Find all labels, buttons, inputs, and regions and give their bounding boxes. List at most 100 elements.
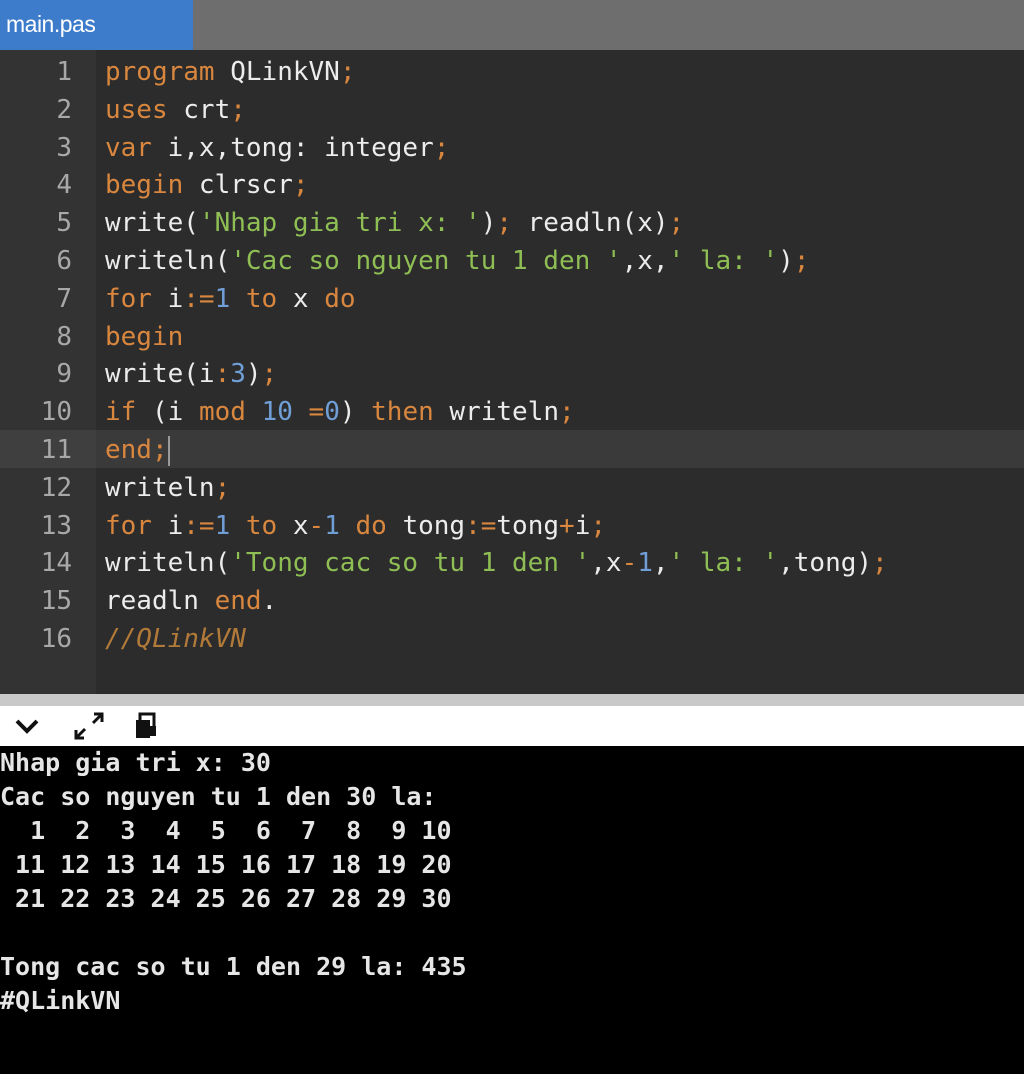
code-token: writeln (433, 397, 560, 428)
code-token: i (151, 283, 184, 314)
copy-icon[interactable] (130, 710, 164, 742)
code-token: , (652, 548, 669, 579)
code-token: readln(x) (512, 208, 669, 239)
code-token: if (105, 397, 137, 428)
code-text: //QLinkVN (105, 620, 246, 658)
code-token: readln (105, 586, 215, 617)
console-output[interactable]: Nhap gia tri x: 30 Cac so nguyen tu 1 den… (0, 746, 1024, 1074)
code-text: writeln('Cac so nguyen tu 1 den ',x,' la… (105, 242, 809, 280)
code-text: var i,x,tong: integer; (105, 129, 449, 167)
code-token: (i (136, 397, 199, 428)
console-toolbar (0, 706, 1024, 746)
line-number: 12 (40, 472, 72, 503)
code-text: for i:=1 to x do (105, 280, 356, 318)
code-text: writeln('Tong cac so tu 1 den ',x-1,' la… (105, 544, 888, 582)
code-token: i (574, 510, 591, 541)
code-token: ; (151, 435, 168, 465)
code-token: . (261, 586, 278, 617)
code-token: to (245, 510, 278, 541)
code-token: ; (230, 94, 246, 125)
line-number: 10 (40, 397, 72, 428)
code-token: for (105, 510, 152, 541)
code-token: write(i (105, 359, 215, 390)
code-token: for (105, 283, 152, 314)
code-text: uses crt; (105, 91, 246, 129)
code-token: begin (105, 321, 184, 352)
line-number: 6 (56, 246, 72, 276)
code-token: then (371, 397, 434, 428)
code-token: ; (292, 170, 309, 201)
horizontal-scrollbar[interactable] (0, 694, 1024, 706)
code-editor[interactable]: 1 program QLinkVN; 2 uses crt; 3 var i,x,tong… (0, 50, 1024, 694)
code-token: x (277, 283, 325, 314)
code-token: - (621, 548, 638, 579)
code-token: ; (433, 132, 450, 163)
code-token: 1 (637, 548, 653, 579)
code-token: : (214, 359, 231, 390)
code-token: 'Nhap gia tri x: ' (198, 208, 481, 239)
code-token: to (245, 283, 278, 314)
code-token: 'Tong cac so tu 1 den ' (230, 548, 591, 579)
code-token: ; (793, 246, 810, 276)
code-token: = (308, 397, 325, 428)
code-token: end (105, 435, 152, 465)
code-token: do (355, 510, 387, 541)
console-line: 11 12 13 14 15 16 17 18 19 20 (0, 850, 452, 879)
code-token: ) (778, 246, 794, 276)
tab-main-pas[interactable]: main.pas (0, 0, 193, 50)
line-number: 1 (56, 57, 72, 87)
console-line: Cac so nguyen tu 1 den 30 la: (0, 782, 437, 811)
code-token: 1 (324, 510, 340, 541)
code-token: tong (386, 510, 466, 541)
console-line: #QLinkVN (0, 986, 121, 1015)
code-token: ,x (590, 548, 622, 579)
code-token: ; (261, 359, 278, 390)
code-token: do (324, 283, 356, 314)
code-token: clrscr (183, 170, 293, 201)
code-text: end; (105, 431, 170, 469)
code-text: begin (105, 318, 183, 356)
code-token: x (277, 510, 309, 541)
line-number: 3 (56, 132, 72, 163)
code-token: ) (245, 359, 262, 390)
code-text: if (i mod 10 =0) then writeln; (105, 393, 575, 431)
code-token: crt (167, 94, 231, 125)
code-token: ' la: ' (668, 246, 779, 276)
code-token: ; (339, 57, 356, 87)
code-token: 1 (214, 510, 231, 541)
code-text: program QLinkVN; (105, 53, 355, 91)
code-token: i (151, 510, 184, 541)
chevron-down-icon[interactable] (10, 710, 44, 742)
code-token: ) (480, 208, 497, 239)
line-number: 4 (56, 170, 72, 201)
code-text: write('Nhap gia tri x: '); readln(x); (105, 204, 684, 242)
code-token: ' la: ' (668, 548, 779, 579)
code-token: ; (496, 208, 512, 239)
code-token: 1 (214, 283, 231, 314)
line-number: 8 (56, 321, 72, 352)
code-token: ; (590, 510, 606, 541)
expand-icon[interactable] (72, 710, 106, 742)
code-token: end (214, 586, 262, 617)
code-token: - (308, 510, 325, 541)
code-text: begin clrscr; (105, 166, 309, 204)
code-text: for i:=1 to x-1 do tong:=tong+i; (105, 507, 606, 545)
line-number: 14 (40, 548, 72, 579)
code-token: ; (872, 548, 888, 579)
line-number: 5 (56, 208, 72, 239)
code-token: mod (198, 397, 246, 428)
line-number: 2 (56, 94, 72, 125)
code-token: writeln (105, 472, 215, 503)
line-number: 7 (56, 283, 72, 314)
text-cursor (167, 435, 170, 466)
console-line: Tong cac so tu 1 den 29 la: 435 (0, 952, 467, 981)
code-token: 10 (261, 397, 293, 428)
code-token: := (183, 510, 215, 541)
code-token: ) (339, 397, 372, 428)
console-line: Nhap gia tri x: 30 (0, 748, 271, 777)
code-token: begin (105, 170, 184, 201)
code-token: QLinkVN (214, 57, 340, 87)
